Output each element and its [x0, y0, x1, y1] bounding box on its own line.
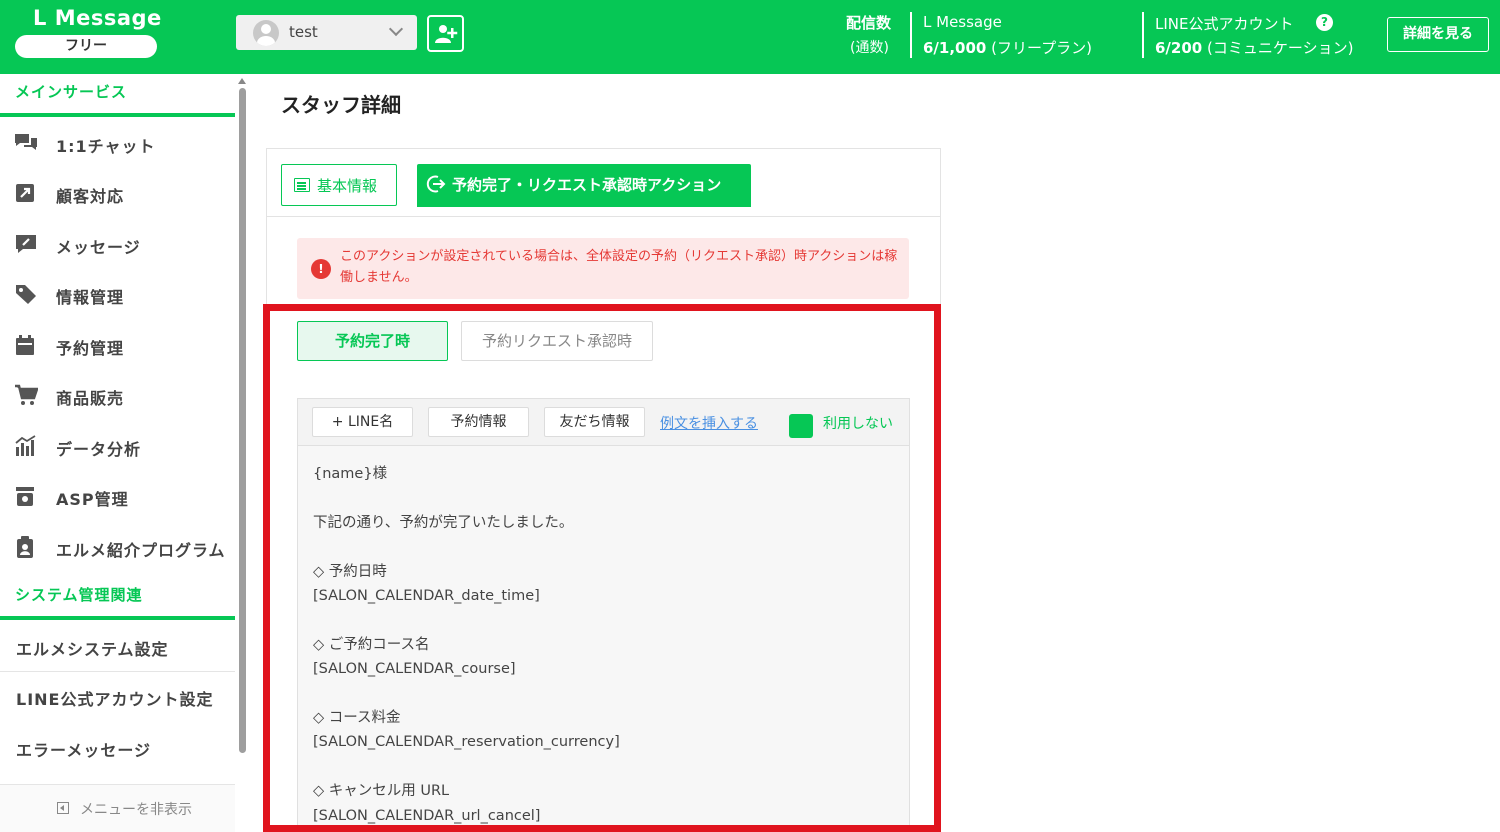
sidebar-item-info[interactable]: 情報管理 — [0, 269, 235, 319]
sidebar-item-label: 商品販売 — [56, 389, 125, 408]
line-account-plan: (コミュニケーション) — [1207, 39, 1354, 57]
bar-chart-icon — [15, 435, 36, 456]
alert-text: このアクションが設定されている場合は、全体設定の予約（リクエスト承認）時アクショ… — [340, 249, 898, 285]
sidebar-item-analytics[interactable]: データ分析 — [0, 421, 235, 471]
sidebar-item-asp[interactable]: ASP管理 — [0, 471, 235, 521]
use-toggle-label: 利用しない — [823, 416, 893, 432]
top-header: L Message フリー test 配信数 (通数) L Message 6/… — [0, 0, 1500, 74]
insert-line-name-button[interactable]: + LINE名 — [312, 407, 413, 437]
sign-out-icon — [426, 175, 446, 193]
account-name: test — [289, 23, 318, 41]
cart-icon — [15, 384, 38, 405]
insert-friend-info-button[interactable]: 友だち情報 — [544, 407, 645, 437]
sidebar-item-system-settings[interactable]: エルメシステム設定 — [16, 636, 169, 660]
subtab-reservation-complete[interactable]: 予約完了時 — [297, 321, 448, 361]
chevron-down-icon — [388, 21, 404, 37]
tag-icon — [16, 285, 36, 304]
sidebar-item-message[interactable]: メッセージ — [0, 219, 235, 269]
sidebar-item-label: 顧客対応 — [56, 187, 125, 206]
scroll-up-arrow-icon[interactable] — [238, 78, 246, 84]
sidebar-item-label: 情報管理 — [56, 288, 125, 307]
sidebar-item-label: メッセージ — [56, 238, 141, 257]
sidebar-item-label: ASP管理 — [56, 490, 129, 509]
line-account-quota: 6/200 (コミュニケーション) — [1155, 37, 1353, 58]
line-account-quota-value: 6/200 — [1155, 39, 1203, 57]
scrollbar-thumb[interactable] — [239, 88, 246, 753]
alert-icon: ! — [311, 259, 331, 279]
section-divider — [0, 113, 235, 117]
list-icon — [294, 178, 310, 192]
insert-sample-link[interactable]: 例文を挿入する — [660, 413, 758, 433]
add-user-icon — [435, 25, 458, 43]
sidebar: メインサービス 1:1チャット 顧客対応 メッセージ 情報管理 予約管理 商品販… — [0, 74, 249, 832]
delivery-count-label: 配信数 — [846, 14, 892, 32]
lmessage-quota-value: 6/1,000 — [923, 39, 987, 57]
header-divider — [910, 12, 912, 58]
plan-badge: フリー — [15, 35, 157, 58]
external-link-icon — [16, 184, 34, 202]
sidebar-item-label: エルメ紹介プログラム — [56, 541, 226, 560]
tab-label: 基本情報 — [317, 177, 378, 195]
lmessage-quota-name: L Message — [923, 13, 1002, 31]
tab-divider — [266, 216, 941, 217]
line-account-quota-name: LINE公式アカウント — [1155, 15, 1294, 33]
sidebar-scrollbar[interactable] — [238, 78, 247, 756]
section-divider — [0, 616, 235, 620]
main-service-section-title: メインサービス — [15, 83, 128, 101]
tab-basic-info[interactable]: 基本情報 — [281, 164, 397, 206]
account-selector[interactable]: test — [236, 15, 417, 50]
chat-icon — [15, 134, 37, 150]
tab-reservation-action[interactable]: 予約完了・リクエスト承認時アクション — [417, 164, 751, 206]
message-edit-icon — [16, 235, 36, 253]
lmessage-plan: (フリープラン) — [991, 39, 1092, 57]
sidebar-item-reservation[interactable]: 予約管理 — [0, 320, 235, 370]
delivery-count-sublabel: (通数) — [850, 40, 889, 56]
sidebar-item-chat[interactable]: 1:1チャット — [0, 118, 235, 168]
lmessage-quota: 6/1,000 (フリープラン) — [923, 37, 1092, 58]
avatar — [253, 20, 279, 46]
sidebar-item-label: データ分析 — [56, 440, 142, 459]
sidebar-item-label: 予約管理 — [56, 339, 125, 358]
collapse-menu-icon — [57, 802, 69, 814]
system-section-title: システム管理関連 — [15, 586, 143, 604]
sidebar-item-label: 1:1チャット — [56, 137, 156, 156]
message-body-text[interactable]: {name}様 下記の通り、予約が完了いたしました。 ◇ 予約日時 [SALON… — [313, 462, 893, 828]
app-logo[interactable]: L Message — [33, 6, 162, 30]
sidebar-item-referral[interactable]: エルメ紹介プログラム — [0, 522, 235, 572]
help-icon[interactable]: ? — [1316, 14, 1333, 31]
hide-menu-label: メニューを非表示 — [80, 802, 192, 818]
subtab-request-approved[interactable]: 予約リクエスト承認時 — [461, 321, 653, 361]
clipboard-user-icon — [17, 536, 33, 558]
sidebar-item-customer[interactable]: 顧客対応 — [0, 168, 235, 218]
header-divider — [1142, 12, 1144, 58]
sidebar-item-line-settings[interactable]: LINE公式アカウント設定 — [16, 686, 213, 710]
sidebar-item-error-messages[interactable]: エラーメッセージ — [16, 737, 151, 761]
hide-menu-button[interactable]: メニューを非表示 — [0, 784, 235, 832]
warning-alert: ! このアクションが設定されている場合は、全体設定の予約（リクエスト承認）時アク… — [297, 238, 909, 299]
details-button[interactable]: 詳細を見る — [1387, 17, 1489, 52]
insert-reservation-info-button[interactable]: 予約情報 — [428, 407, 529, 437]
page-title: スタッフ詳細 — [281, 93, 401, 117]
active-tab-indicator — [417, 204, 751, 207]
sidebar-item-sales[interactable]: 商品販売 — [0, 370, 235, 420]
use-toggle[interactable] — [789, 414, 813, 438]
tab-label: 予約完了・リクエスト承認時アクション — [452, 176, 722, 194]
archive-icon — [16, 487, 34, 506]
add-user-button[interactable] — [427, 15, 464, 52]
calendar-icon — [16, 335, 34, 355]
sidebar-separator — [0, 671, 235, 672]
